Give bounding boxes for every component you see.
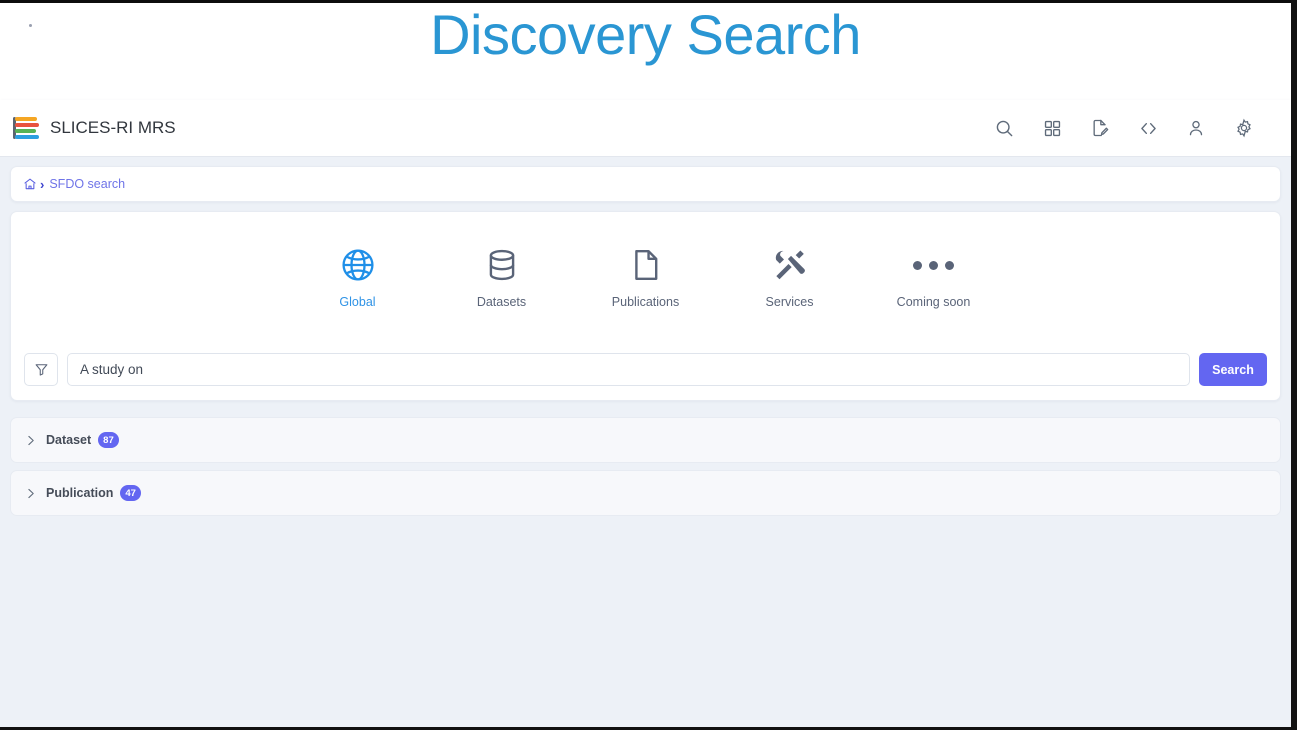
accordion-title: Publication: [46, 486, 114, 500]
page-body: › SFDO search Global Datasets Publicatio…: [0, 157, 1291, 727]
status-badge: 87: [98, 432, 119, 448]
accordion-dataset[interactable]: Dataset 87: [10, 417, 1281, 463]
slices-logo-icon: [10, 115, 40, 141]
grid-icon[interactable]: [1041, 117, 1063, 139]
filter-icon[interactable]: [24, 353, 58, 386]
breadcrumb-item-sfdo-search[interactable]: SFDO search: [49, 177, 125, 191]
brand-name: SLICES-RI MRS: [50, 118, 176, 137]
app-header: SLICES-RI MRS: [0, 100, 1291, 157]
search-panel: Global Datasets Publications Services Co…: [10, 211, 1281, 401]
file-edit-icon[interactable]: [1089, 117, 1111, 139]
brand[interactable]: SLICES-RI MRS: [10, 115, 176, 141]
search-icon[interactable]: [993, 117, 1015, 139]
accordion-title: Dataset: [46, 433, 92, 447]
tab-global[interactable]: Global: [304, 244, 412, 309]
gear-icon[interactable]: [1233, 117, 1255, 139]
header-actions: [993, 117, 1255, 139]
tab-label: Datasets: [476, 295, 527, 309]
person-icon[interactable]: [1185, 117, 1207, 139]
tab-label: Global: [339, 295, 376, 309]
database-icon: [484, 244, 520, 286]
tools-icon: [772, 244, 808, 286]
search-button[interactable]: Search: [1199, 353, 1267, 386]
home-icon[interactable]: [23, 177, 37, 191]
tab-publications[interactable]: Publications: [592, 244, 700, 309]
tab-datasets[interactable]: Datasets: [448, 244, 556, 309]
page-title: Discovery Search: [430, 3, 861, 66]
tab-label: Services: [765, 295, 814, 309]
ellipsis-icon: [913, 244, 954, 286]
breadcrumb-separator: ›: [40, 176, 45, 192]
code-icon[interactable]: [1137, 117, 1159, 139]
window-right-edge: [1291, 0, 1297, 730]
search-input[interactable]: [67, 353, 1190, 386]
status-badge: 47: [120, 485, 141, 501]
document-icon: [628, 244, 664, 286]
search-category-tabs: Global Datasets Publications Services Co…: [23, 244, 1268, 309]
app-screen: Discovery Search SLICES-RI MRS › SFDO se…: [0, 0, 1297, 730]
chevron-right-icon: [23, 433, 37, 447]
globe-icon: [339, 244, 377, 286]
tab-coming-soon[interactable]: Coming soon: [880, 244, 988, 309]
tab-label: Publications: [611, 295, 680, 309]
search-bar: Search: [23, 353, 1268, 386]
chevron-right-icon: [23, 486, 37, 500]
tab-label: Coming soon: [896, 295, 971, 309]
tab-services[interactable]: Services: [736, 244, 844, 309]
accordion-publication[interactable]: Publication 47: [10, 470, 1281, 516]
breadcrumb: › SFDO search: [10, 166, 1281, 202]
